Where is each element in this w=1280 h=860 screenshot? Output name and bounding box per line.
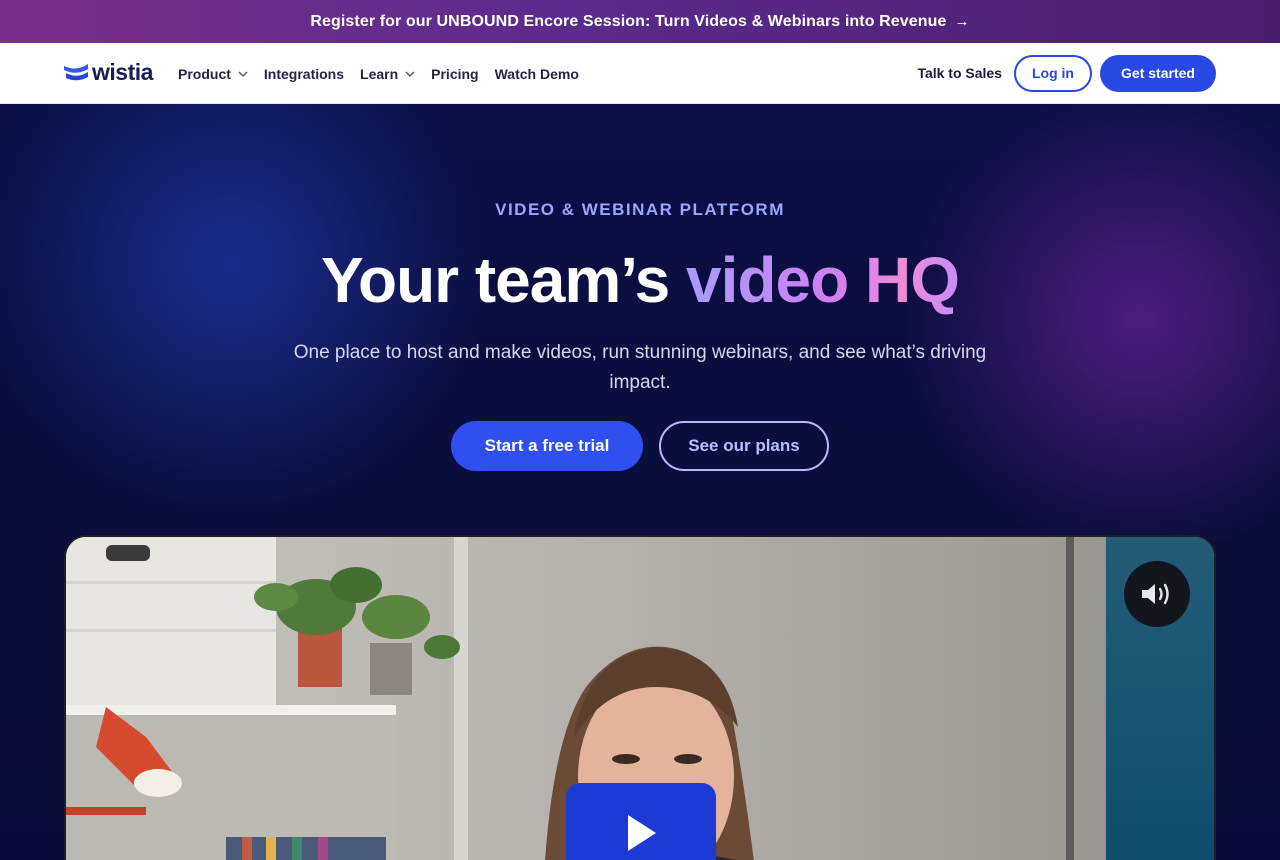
play-button[interactable]	[566, 783, 716, 860]
nav-links: Product Integrations Learn Pricing Watch…	[178, 43, 595, 104]
hero-headline: Your team’s video HQ	[0, 242, 1280, 318]
wistia-logo[interactable]: wistia	[64, 59, 153, 85]
headline-plain: Your team’s	[321, 244, 687, 316]
hero-subheadline: One place to host and make videos, run s…	[293, 342, 987, 393]
announcement-banner[interactable]: Register for our UNBOUND Encore Session:…	[0, 0, 1280, 43]
see-our-plans-button[interactable]: See our plans	[659, 421, 829, 471]
login-button[interactable]: Log in	[1014, 54, 1092, 92]
banner-text: Register for our UNBOUND Encore Session:…	[310, 12, 947, 30]
volume-icon	[1142, 583, 1169, 605]
nav-watch-demo-label: Watch Demo	[494, 65, 579, 82]
chevron-down-icon	[405, 71, 415, 77]
nav-pricing-label: Pricing	[431, 65, 479, 82]
start-free-trial-button[interactable]: Start a free trial	[451, 421, 643, 471]
chevron-down-icon	[238, 71, 248, 77]
nav-integrations[interactable]: Integrations	[264, 66, 344, 82]
hero-video-player[interactable]	[64, 535, 1216, 860]
hero-section: VIDEO & WEBINAR PLATFORM Your team’s vid…	[0, 104, 1280, 860]
get-started-button[interactable]: Get started	[1100, 54, 1216, 92]
nav-actions: Talk to Sales Log in Get started	[917, 54, 1216, 92]
nav-learn[interactable]: Learn	[360, 66, 415, 82]
nav-learn-label: Learn	[360, 65, 399, 82]
nav-product[interactable]: Product	[178, 66, 248, 82]
arrow-right-icon: →	[954, 13, 970, 30]
nav-integrations-label: Integrations	[263, 65, 345, 82]
play-icon	[628, 815, 656, 851]
hero-eyebrow: VIDEO & WEBINAR PLATFORM	[495, 200, 785, 219]
hero-cta-row: Start a free trial See our plans	[0, 421, 1280, 471]
logo-text: wistia	[92, 58, 153, 85]
wistia-logo-icon	[64, 64, 88, 81]
nav-watch-demo[interactable]: Watch Demo	[495, 66, 579, 82]
talk-to-sales-link[interactable]: Talk to Sales	[917, 65, 1002, 81]
nav-product-label: Product	[178, 65, 231, 82]
top-navigation: wistia Product Integrations Learn Pricin…	[0, 43, 1280, 104]
headline-gradient: video HQ	[686, 244, 960, 316]
volume-button[interactable]	[1124, 561, 1190, 627]
nav-pricing[interactable]: Pricing	[431, 66, 478, 82]
